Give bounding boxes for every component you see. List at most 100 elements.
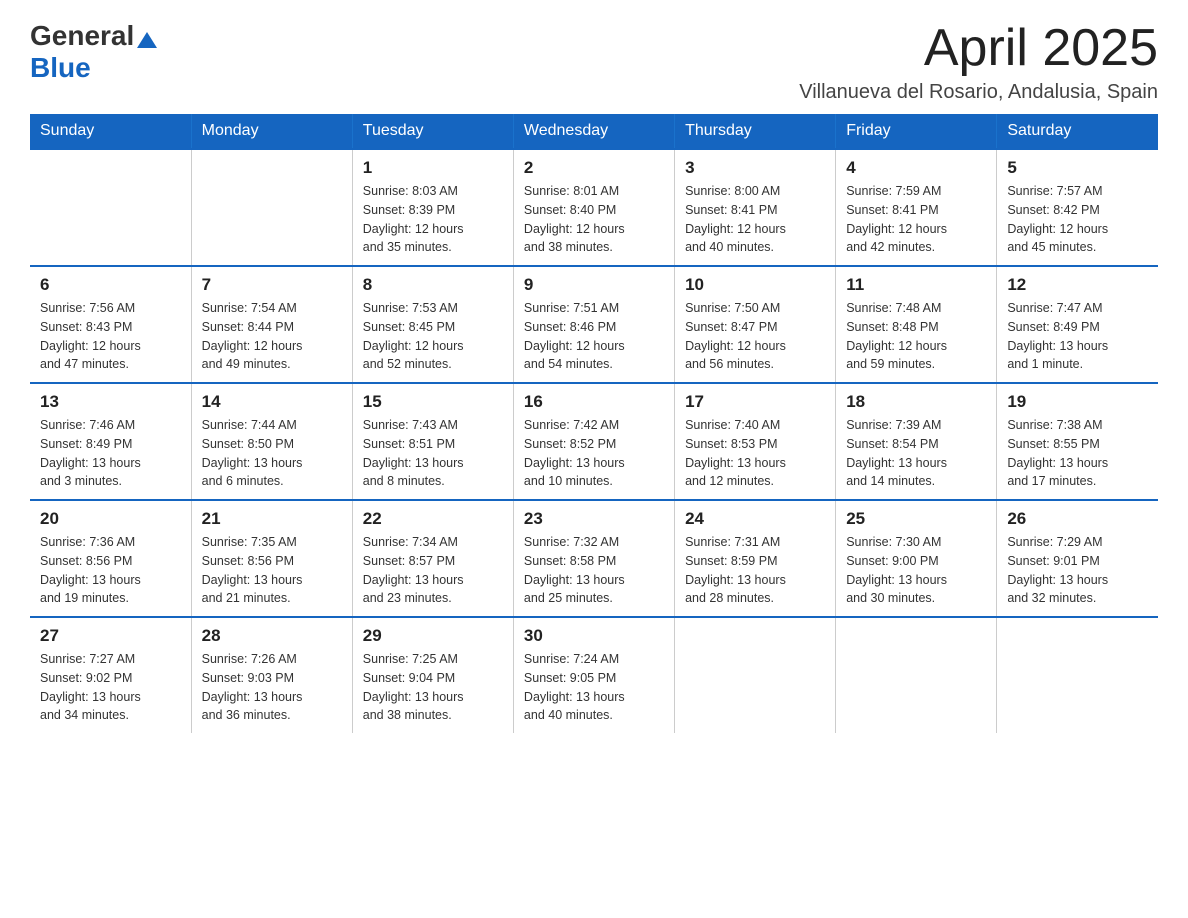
calendar-header-row: SundayMondayTuesdayWednesdayThursdayFrid… (30, 114, 1158, 149)
calendar-day-cell: 13 Sunrise: 7:46 AM Sunset: 8:49 PM Dayli… (30, 383, 191, 500)
title-block: April 2025 Villanueva del Rosario, Andal… (799, 20, 1158, 104)
day-number: 23 (524, 509, 664, 529)
calendar-week-row: 20 Sunrise: 7:36 AM Sunset: 8:56 PM Dayli… (30, 500, 1158, 617)
calendar-day-cell (997, 617, 1158, 733)
logo-general-text: General (30, 20, 134, 52)
day-info: Sunrise: 7:24 AM Sunset: 9:05 PM Dayligh… (524, 650, 664, 725)
calendar-day-cell: 25 Sunrise: 7:30 AM Sunset: 9:00 PM Dayli… (836, 500, 997, 617)
page-header: General Blue April 2025 Villanueva del R… (30, 20, 1158, 104)
logo: General Blue (30, 20, 157, 84)
day-of-week-header: Wednesday (513, 114, 674, 149)
day-number: 7 (202, 275, 342, 295)
day-info: Sunrise: 7:44 AM Sunset: 8:50 PM Dayligh… (202, 416, 342, 491)
calendar-week-row: 6Sunrise: 7:56 AM Sunset: 8:43 PM Daylig… (30, 266, 1158, 383)
day-info: Sunrise: 8:01 AM Sunset: 8:40 PM Dayligh… (524, 182, 664, 257)
day-info: Sunrise: 7:53 AM Sunset: 8:45 PM Dayligh… (363, 299, 503, 374)
day-info: Sunrise: 7:46 AM Sunset: 8:49 PM Dayligh… (40, 416, 181, 491)
day-info: Sunrise: 7:34 AM Sunset: 8:57 PM Dayligh… (363, 533, 503, 608)
location-title: Villanueva del Rosario, Andalusia, Spain (799, 81, 1158, 104)
calendar-day-cell: 27Sunrise: 7:27 AM Sunset: 9:02 PM Dayli… (30, 617, 191, 733)
calendar-day-cell: 26 Sunrise: 7:29 AM Sunset: 9:01 PM Dayli… (997, 500, 1158, 617)
day-number: 1 (363, 158, 503, 178)
day-number: 10 (685, 275, 825, 295)
calendar-day-cell: 4Sunrise: 7:59 AM Sunset: 8:41 PM Daylig… (836, 149, 997, 266)
day-info: Sunrise: 7:29 AM Sunset: 9:01 PM Dayligh… (1007, 533, 1148, 608)
calendar-day-cell (675, 617, 836, 733)
day-info: Sunrise: 7:42 AM Sunset: 8:52 PM Dayligh… (524, 416, 664, 491)
day-of-week-header: Thursday (675, 114, 836, 149)
calendar-day-cell: 5 Sunrise: 7:57 AM Sunset: 8:42 PM Daylig… (997, 149, 1158, 266)
calendar-day-cell (30, 149, 191, 266)
calendar-table: SundayMondayTuesdayWednesdayThursdayFrid… (30, 114, 1158, 733)
day-number: 14 (202, 392, 342, 412)
day-of-week-header: Tuesday (352, 114, 513, 149)
day-number: 29 (363, 626, 503, 646)
day-info: Sunrise: 7:57 AM Sunset: 8:42 PM Dayligh… (1007, 182, 1148, 257)
calendar-day-cell: 24Sunrise: 7:31 AM Sunset: 8:59 PM Dayli… (675, 500, 836, 617)
logo-blue-text: Blue (30, 52, 91, 84)
calendar-day-cell: 6Sunrise: 7:56 AM Sunset: 8:43 PM Daylig… (30, 266, 191, 383)
day-number: 25 (846, 509, 986, 529)
calendar-day-cell: 22 Sunrise: 7:34 AM Sunset: 8:57 PM Dayli… (352, 500, 513, 617)
calendar-day-cell: 21Sunrise: 7:35 AM Sunset: 8:56 PM Dayli… (191, 500, 352, 617)
day-number: 27 (40, 626, 181, 646)
day-info: Sunrise: 7:40 AM Sunset: 8:53 PM Dayligh… (685, 416, 825, 491)
day-info: Sunrise: 7:50 AM Sunset: 8:47 PM Dayligh… (685, 299, 825, 374)
calendar-day-cell: 30 Sunrise: 7:24 AM Sunset: 9:05 PM Dayli… (513, 617, 674, 733)
day-number: 11 (846, 275, 986, 295)
calendar-week-row: 27Sunrise: 7:27 AM Sunset: 9:02 PM Dayli… (30, 617, 1158, 733)
day-number: 30 (524, 626, 664, 646)
day-info: Sunrise: 7:25 AM Sunset: 9:04 PM Dayligh… (363, 650, 503, 725)
day-info: Sunrise: 7:32 AM Sunset: 8:58 PM Dayligh… (524, 533, 664, 608)
calendar-day-cell: 3 Sunrise: 8:00 AM Sunset: 8:41 PM Daylig… (675, 149, 836, 266)
calendar-day-cell: 29 Sunrise: 7:25 AM Sunset: 9:04 PM Dayli… (352, 617, 513, 733)
calendar-day-cell: 11Sunrise: 7:48 AM Sunset: 8:48 PM Dayli… (836, 266, 997, 383)
calendar-day-cell: 7Sunrise: 7:54 AM Sunset: 8:44 PM Daylig… (191, 266, 352, 383)
calendar-day-cell: 17 Sunrise: 7:40 AM Sunset: 8:53 PM Dayli… (675, 383, 836, 500)
day-number: 6 (40, 275, 181, 295)
calendar-day-cell: 14 Sunrise: 7:44 AM Sunset: 8:50 PM Dayli… (191, 383, 352, 500)
day-info: Sunrise: 7:47 AM Sunset: 8:49 PM Dayligh… (1007, 299, 1148, 374)
day-number: 8 (363, 275, 503, 295)
calendar-day-cell: 15 Sunrise: 7:43 AM Sunset: 8:51 PM Dayli… (352, 383, 513, 500)
calendar-day-cell: 1 Sunrise: 8:03 AM Sunset: 8:39 PM Daylig… (352, 149, 513, 266)
day-info: Sunrise: 8:00 AM Sunset: 8:41 PM Dayligh… (685, 182, 825, 257)
day-info: Sunrise: 7:39 AM Sunset: 8:54 PM Dayligh… (846, 416, 986, 491)
calendar-day-cell: 8 Sunrise: 7:53 AM Sunset: 8:45 PM Daylig… (352, 266, 513, 383)
calendar-day-cell: 20 Sunrise: 7:36 AM Sunset: 8:56 PM Dayli… (30, 500, 191, 617)
day-info: Sunrise: 7:31 AM Sunset: 8:59 PM Dayligh… (685, 533, 825, 608)
calendar-week-row: 13 Sunrise: 7:46 AM Sunset: 8:49 PM Dayli… (30, 383, 1158, 500)
day-number: 20 (40, 509, 181, 529)
day-number: 12 (1007, 275, 1148, 295)
day-number: 9 (524, 275, 664, 295)
day-number: 22 (363, 509, 503, 529)
day-info: Sunrise: 8:03 AM Sunset: 8:39 PM Dayligh… (363, 182, 503, 257)
day-number: 21 (202, 509, 342, 529)
day-number: 26 (1007, 509, 1148, 529)
calendar-day-cell: 12 Sunrise: 7:47 AM Sunset: 8:49 PM Dayli… (997, 266, 1158, 383)
day-number: 13 (40, 392, 181, 412)
calendar-day-cell (191, 149, 352, 266)
day-number: 16 (524, 392, 664, 412)
day-info: Sunrise: 7:30 AM Sunset: 9:00 PM Dayligh… (846, 533, 986, 608)
day-number: 5 (1007, 158, 1148, 178)
day-number: 18 (846, 392, 986, 412)
day-info: Sunrise: 7:51 AM Sunset: 8:46 PM Dayligh… (524, 299, 664, 374)
calendar-day-cell: 2Sunrise: 8:01 AM Sunset: 8:40 PM Daylig… (513, 149, 674, 266)
day-number: 28 (202, 626, 342, 646)
day-info: Sunrise: 7:43 AM Sunset: 8:51 PM Dayligh… (363, 416, 503, 491)
day-of-week-header: Sunday (30, 114, 191, 149)
month-title: April 2025 (799, 20, 1158, 77)
day-info: Sunrise: 7:38 AM Sunset: 8:55 PM Dayligh… (1007, 416, 1148, 491)
day-of-week-header: Friday (836, 114, 997, 149)
day-number: 17 (685, 392, 825, 412)
day-info: Sunrise: 7:26 AM Sunset: 9:03 PM Dayligh… (202, 650, 342, 725)
day-number: 19 (1007, 392, 1148, 412)
calendar-day-cell: 9 Sunrise: 7:51 AM Sunset: 8:46 PM Daylig… (513, 266, 674, 383)
day-number: 3 (685, 158, 825, 178)
day-info: Sunrise: 7:36 AM Sunset: 8:56 PM Dayligh… (40, 533, 181, 608)
day-number: 4 (846, 158, 986, 178)
day-number: 15 (363, 392, 503, 412)
day-of-week-header: Saturday (997, 114, 1158, 149)
calendar-day-cell (836, 617, 997, 733)
